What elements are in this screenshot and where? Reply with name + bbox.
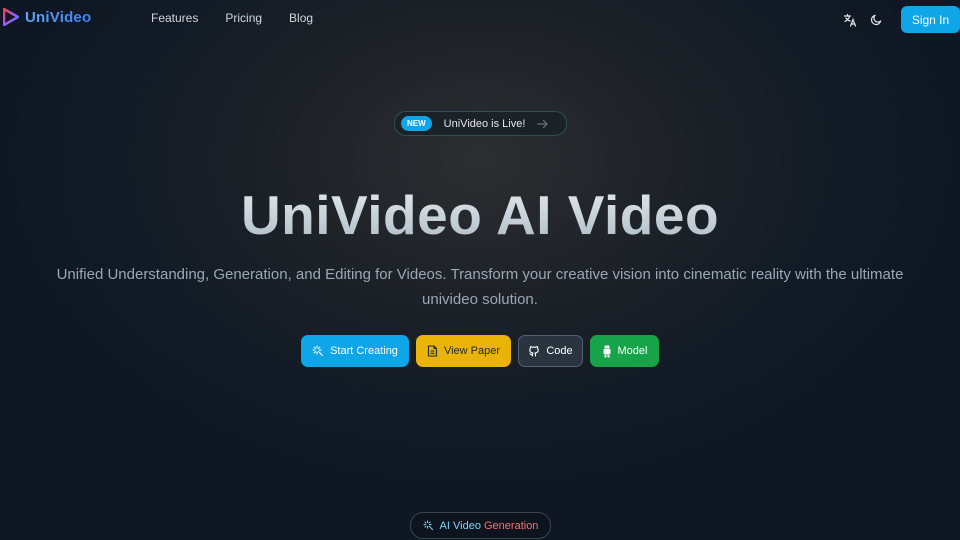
logo[interactable]: UniVideo: [3, 8, 91, 26]
github-icon: [529, 346, 540, 357]
new-tag: NEW: [401, 116, 432, 131]
play-logo-icon: [3, 8, 19, 26]
start-creating-button[interactable]: Start Creating: [301, 335, 409, 367]
huggingface-icon: [603, 345, 611, 357]
moon-icon: [870, 14, 881, 26]
section-pill-label-b: Generation: [484, 519, 539, 532]
hero-subtitle: Unified Understanding, Generation, and E…: [56, 266, 904, 308]
navbar: UniVideo Features Pricing Blog Sign In: [0, 0, 960, 38]
nav-link-pricing[interactable]: Pricing: [225, 11, 262, 25]
nav-link-features[interactable]: Features: [151, 11, 198, 25]
translate-icon: [843, 13, 857, 27]
arrow-right-icon: [537, 119, 549, 129]
logo-text: UniVideo: [25, 8, 92, 26]
section-pill: AI Video Generation: [410, 512, 551, 539]
code-label: Code: [546, 345, 573, 357]
nav-links: Features Pricing Blog: [151, 11, 340, 25]
code-button[interactable]: Code: [518, 335, 583, 367]
announcement-text: UniVideo is Live!: [443, 117, 526, 130]
model-button[interactable]: Model: [590, 335, 659, 367]
nav-link-blog[interactable]: Blog: [289, 11, 313, 25]
language-button[interactable]: [839, 9, 861, 31]
sparkle-icon: [422, 520, 433, 531]
nav-actions: Sign In: [839, 6, 960, 33]
theme-toggle-button[interactable]: [865, 9, 887, 31]
section-pill-label-a: AI Video: [439, 519, 481, 532]
announcement-badge[interactable]: NEW UniVideo is Live!: [394, 111, 567, 136]
sign-in-button[interactable]: Sign In: [901, 6, 960, 33]
hero-title: UniVideo AI Video: [0, 180, 960, 250]
sparkle-icon: [312, 345, 324, 357]
view-paper-label: View Paper: [443, 345, 501, 357]
model-label: Model: [617, 345, 648, 357]
view-paper-button[interactable]: View Paper: [416, 335, 511, 367]
start-creating-label: Start Creating: [330, 345, 398, 357]
document-icon: [427, 345, 438, 357]
